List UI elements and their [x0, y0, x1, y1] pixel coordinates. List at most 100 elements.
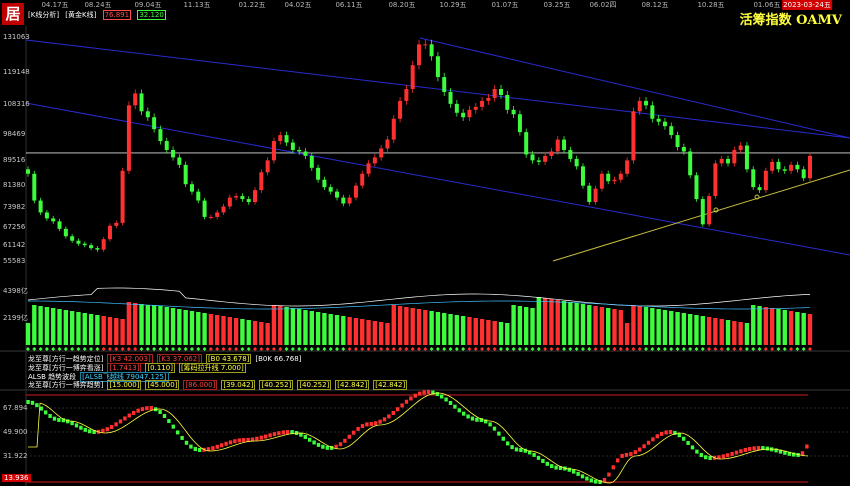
candle-body	[505, 94, 510, 110]
oscillator-block	[589, 478, 593, 483]
oscillator-block	[360, 424, 365, 429]
signal-diamond	[227, 347, 232, 351]
signal-diamond	[738, 347, 743, 351]
oscillator-block	[224, 441, 228, 446]
volume-bar	[599, 307, 605, 345]
volume-bar	[650, 308, 655, 345]
volume-bar	[334, 315, 340, 345]
volume-bar	[296, 309, 302, 345]
signal-diamond	[726, 347, 731, 351]
candle-body	[782, 169, 787, 171]
volume-bar	[76, 312, 81, 345]
volume-bar	[133, 303, 138, 345]
candle-body	[89, 245, 94, 249]
candle-body	[385, 139, 390, 149]
signal-diamond	[158, 347, 163, 351]
oscillator-block	[765, 446, 769, 451]
indicator-value: [42.842]	[373, 380, 408, 390]
indicator-value: [40.252]	[297, 380, 332, 390]
oscillator-block	[325, 445, 329, 450]
chart-window: 居 04.17五 08.24五 09.04五 11.13五 01.22五 04.02五 06…	[0, 0, 850, 486]
candle-body	[322, 179, 327, 188]
oscillator-block	[184, 440, 189, 445]
oscillator-block	[466, 414, 470, 419]
volume-bar	[801, 313, 806, 345]
indicator-value: [42.842]	[335, 380, 370, 390]
oscillator-block	[127, 413, 131, 418]
indicator-value: [40.252]	[259, 380, 294, 390]
volume-bar	[807, 314, 813, 345]
volume-bar	[549, 299, 554, 345]
signal-diamond	[467, 347, 472, 351]
price-axis-label: 89516	[3, 156, 26, 165]
candle-body	[82, 243, 87, 246]
volume-bar	[177, 309, 182, 345]
candle-body	[770, 161, 775, 171]
oscillator-block	[602, 477, 607, 482]
signal-diamond	[240, 347, 245, 351]
oscillator-block	[255, 436, 259, 441]
oscillator-block	[167, 419, 171, 424]
signal-diamond	[57, 347, 62, 351]
oscillator-block	[448, 400, 453, 405]
candle-body	[530, 154, 535, 161]
volume-bar	[486, 320, 491, 345]
oscillator-block	[286, 430, 290, 435]
volume-bar	[107, 317, 113, 345]
volume-bar	[587, 305, 592, 345]
oscillator-block	[585, 476, 589, 481]
price-axis-label: 131063	[3, 32, 30, 41]
oscillator-block	[347, 434, 351, 439]
signal-diamond	[404, 347, 409, 351]
oscillator-block	[721, 454, 725, 459]
oscillator-block	[233, 439, 237, 444]
candle-body	[650, 105, 655, 119]
oscillator-block	[646, 440, 651, 445]
candle-body	[486, 97, 491, 101]
indicator-row: 龙至尊[方行一博弈趋势] [15.000] [45.000] [86.000] [39.…	[28, 380, 411, 390]
candle-body	[681, 147, 686, 152]
signal-diamond	[461, 347, 466, 351]
signal-diamond	[89, 347, 94, 351]
price-axis-label: 67256	[3, 222, 26, 231]
signal-diamond	[688, 347, 693, 351]
volume-bar	[574, 303, 579, 345]
oscillator-block	[607, 472, 611, 477]
signal-diamond	[530, 347, 535, 351]
oscillator-block	[259, 435, 263, 440]
volume-bar	[429, 311, 434, 345]
signal-diamond	[171, 347, 176, 351]
signal-diamond	[391, 347, 396, 351]
volume-bar	[82, 313, 87, 345]
price-chart[interactable]	[0, 0, 850, 486]
volume-bar	[542, 298, 548, 345]
signal-diamond	[303, 347, 308, 351]
signal-diamond	[612, 347, 617, 351]
candle-body	[171, 149, 176, 158]
oscillator-block	[532, 452, 536, 457]
volume-bar	[290, 308, 296, 345]
oscillator-block	[704, 455, 708, 460]
price-axis-label: 108316	[3, 100, 30, 109]
signal-diamond	[675, 347, 680, 351]
signal-diamond	[114, 347, 119, 351]
candle-body	[618, 173, 623, 180]
volume-bar	[776, 309, 781, 345]
oscillator-block	[356, 426, 360, 431]
oscillator-block	[149, 406, 153, 411]
volume-bar	[511, 305, 516, 345]
volume-bar	[32, 305, 37, 345]
oscillator-block	[668, 430, 673, 435]
oscillator-block	[365, 422, 369, 427]
candle-body	[347, 197, 352, 204]
candle-body	[114, 222, 119, 226]
volume-bar	[196, 312, 201, 345]
price-axis-label: 81380	[3, 180, 26, 189]
oscillator-block	[457, 408, 461, 413]
signal-diamond	[763, 347, 768, 351]
volume-bar	[612, 309, 617, 345]
candle-body	[404, 88, 409, 101]
volume-bar	[694, 315, 699, 345]
signal-diamond	[606, 347, 611, 351]
oscillator-block	[88, 429, 92, 434]
